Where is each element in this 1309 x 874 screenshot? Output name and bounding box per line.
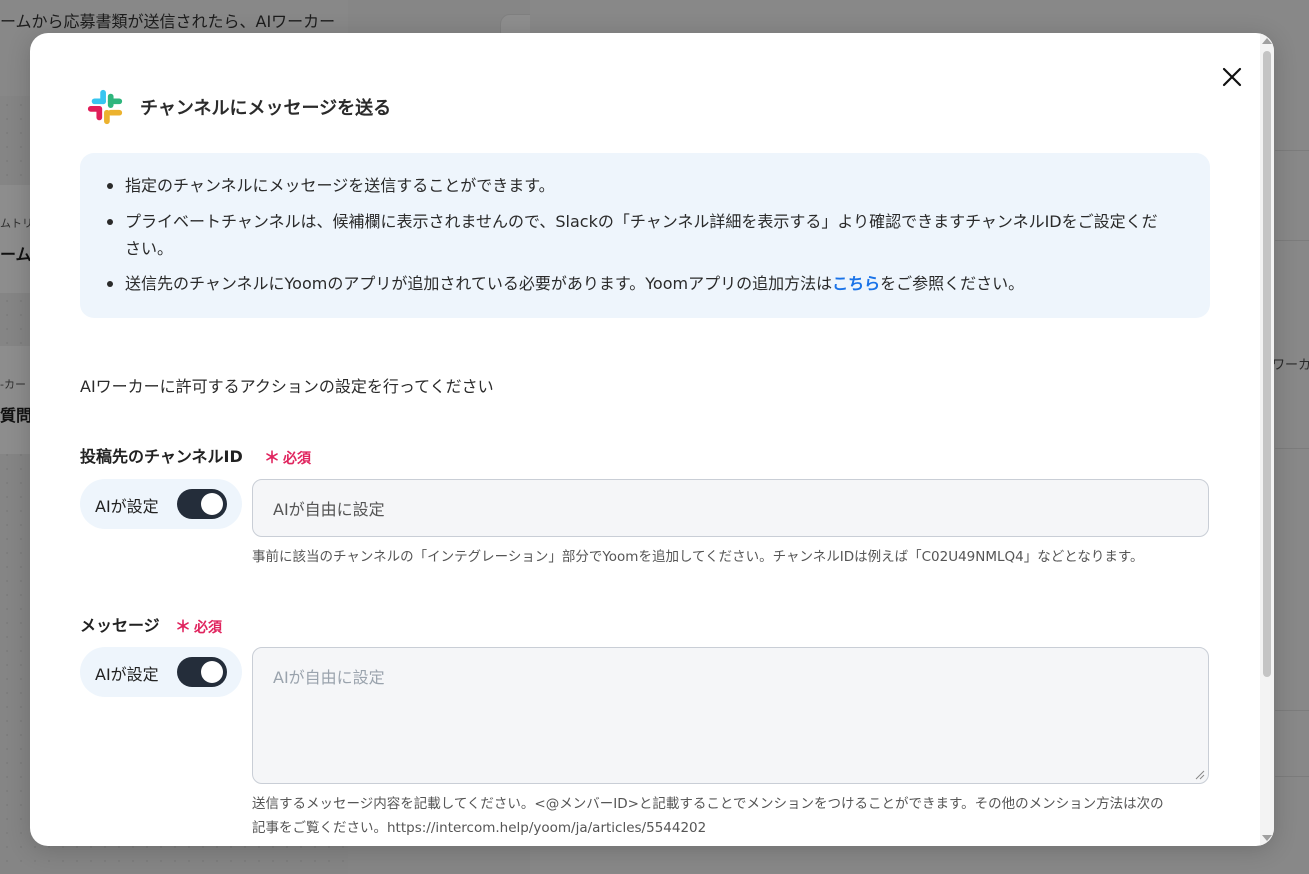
info-item-text: 送信先のチャンネルにYoomのアプリが追加されている必要があります。Yoomアプ…	[125, 274, 833, 293]
close-button[interactable]	[1218, 63, 1246, 91]
divider	[1275, 150, 1309, 151]
required-badge: ＊必須	[264, 444, 311, 468]
flow-title: ームから応募書類が送信されたら、AIワーカー	[0, 12, 336, 31]
message-textarea[interactable]: AIが自由に設定	[252, 647, 1209, 784]
required-badge: ＊必須	[175, 613, 222, 637]
channel-id-input[interactable]: AIが自由に設定	[252, 479, 1209, 537]
ai-setting-label: AIが設定	[95, 497, 159, 516]
modal-title: チャンネルにメッセージを送る	[140, 98, 392, 119]
card-big-text: ーム	[0, 245, 32, 264]
card-small-text: ムトリ	[0, 217, 33, 230]
divider	[1275, 240, 1309, 241]
divider	[1275, 710, 1309, 711]
card-big-text: 質問	[0, 406, 33, 425]
close-icon	[1222, 67, 1242, 87]
info-item-text: さい。	[125, 239, 174, 258]
ai-setting-label: AIが設定	[95, 665, 159, 684]
scrollbar-thumb[interactable]	[1263, 51, 1271, 677]
ai-setting-toggle[interactable]	[177, 657, 227, 687]
required-text: 必須	[283, 451, 312, 467]
message-label: メッセージ	[80, 616, 160, 635]
scroll-down-arrow-icon[interactable]	[1262, 835, 1272, 841]
section-description: AIワーカーに許可するアクションの設定を行ってください	[80, 377, 494, 396]
scroll-up-arrow-icon[interactable]	[1262, 38, 1272, 44]
background-right-text: ワーカ	[1272, 358, 1309, 373]
required-star-icon: ＊	[264, 448, 281, 467]
ai-setting-toggle[interactable]	[177, 489, 227, 519]
slack-logo-icon	[87, 89, 123, 125]
message-hint-text: 記事をご覧ください。https://intercom.help/yoom/ja/…	[252, 820, 707, 836]
message-hint-text: 送信するメッセージ内容を記載してください。<@メンバーID>と記載することでメン…	[252, 796, 1164, 812]
message-placeholder: AIが自由に設定	[273, 668, 385, 687]
toggle-knob	[201, 661, 223, 683]
required-text: 必須	[194, 620, 223, 636]
info-item-text: プライベートチャンネルは、候補欄に表示されませんので、Slackの「チャンネル詳…	[125, 212, 1158, 231]
info-item: 指定のチャンネルにメッセージを送信することができます。	[107, 172, 555, 199]
resize-handle-icon[interactable]	[1195, 770, 1205, 780]
scrollbar[interactable]	[1260, 33, 1274, 846]
divider	[1275, 776, 1309, 777]
channel-id-hint: 事前に該当のチャンネルの「インテグレーション」部分でYoomを追加してください。…	[252, 549, 1144, 565]
channel-id-label: 投稿先のチャンネルID	[80, 447, 243, 466]
info-item: プライベートチャンネルは、候補欄に表示されませんので、Slackの「チャンネル詳…	[107, 208, 1195, 262]
card-small-text: -カー	[0, 378, 26, 391]
action-settings-modal: チャンネルにメッセージを送る 指定のチャンネルにメッセージを送信することができま…	[30, 33, 1274, 846]
help-link[interactable]: こちら	[832, 274, 880, 293]
info-item-text: をご参照ください。	[880, 274, 1025, 293]
info-item: 送信先のチャンネルにYoomのアプリが追加されている必要があります。Yoomアプ…	[106, 270, 1025, 297]
required-star-icon: ＊	[175, 617, 192, 636]
divider	[1275, 448, 1309, 449]
modal-header: チャンネルにメッセージを送る	[86, 88, 391, 126]
ai-setting-control: AIが設定	[80, 479, 242, 529]
info-box: 指定のチャンネルにメッセージを送信することができます。 プライベートチャンネルは…	[80, 153, 1210, 318]
toggle-knob	[201, 493, 223, 515]
ai-setting-control: AIが設定	[80, 647, 242, 697]
message-hint: 送信するメッセージ内容を記載してください。<@メンバーID>と記載することでメン…	[252, 792, 1212, 840]
